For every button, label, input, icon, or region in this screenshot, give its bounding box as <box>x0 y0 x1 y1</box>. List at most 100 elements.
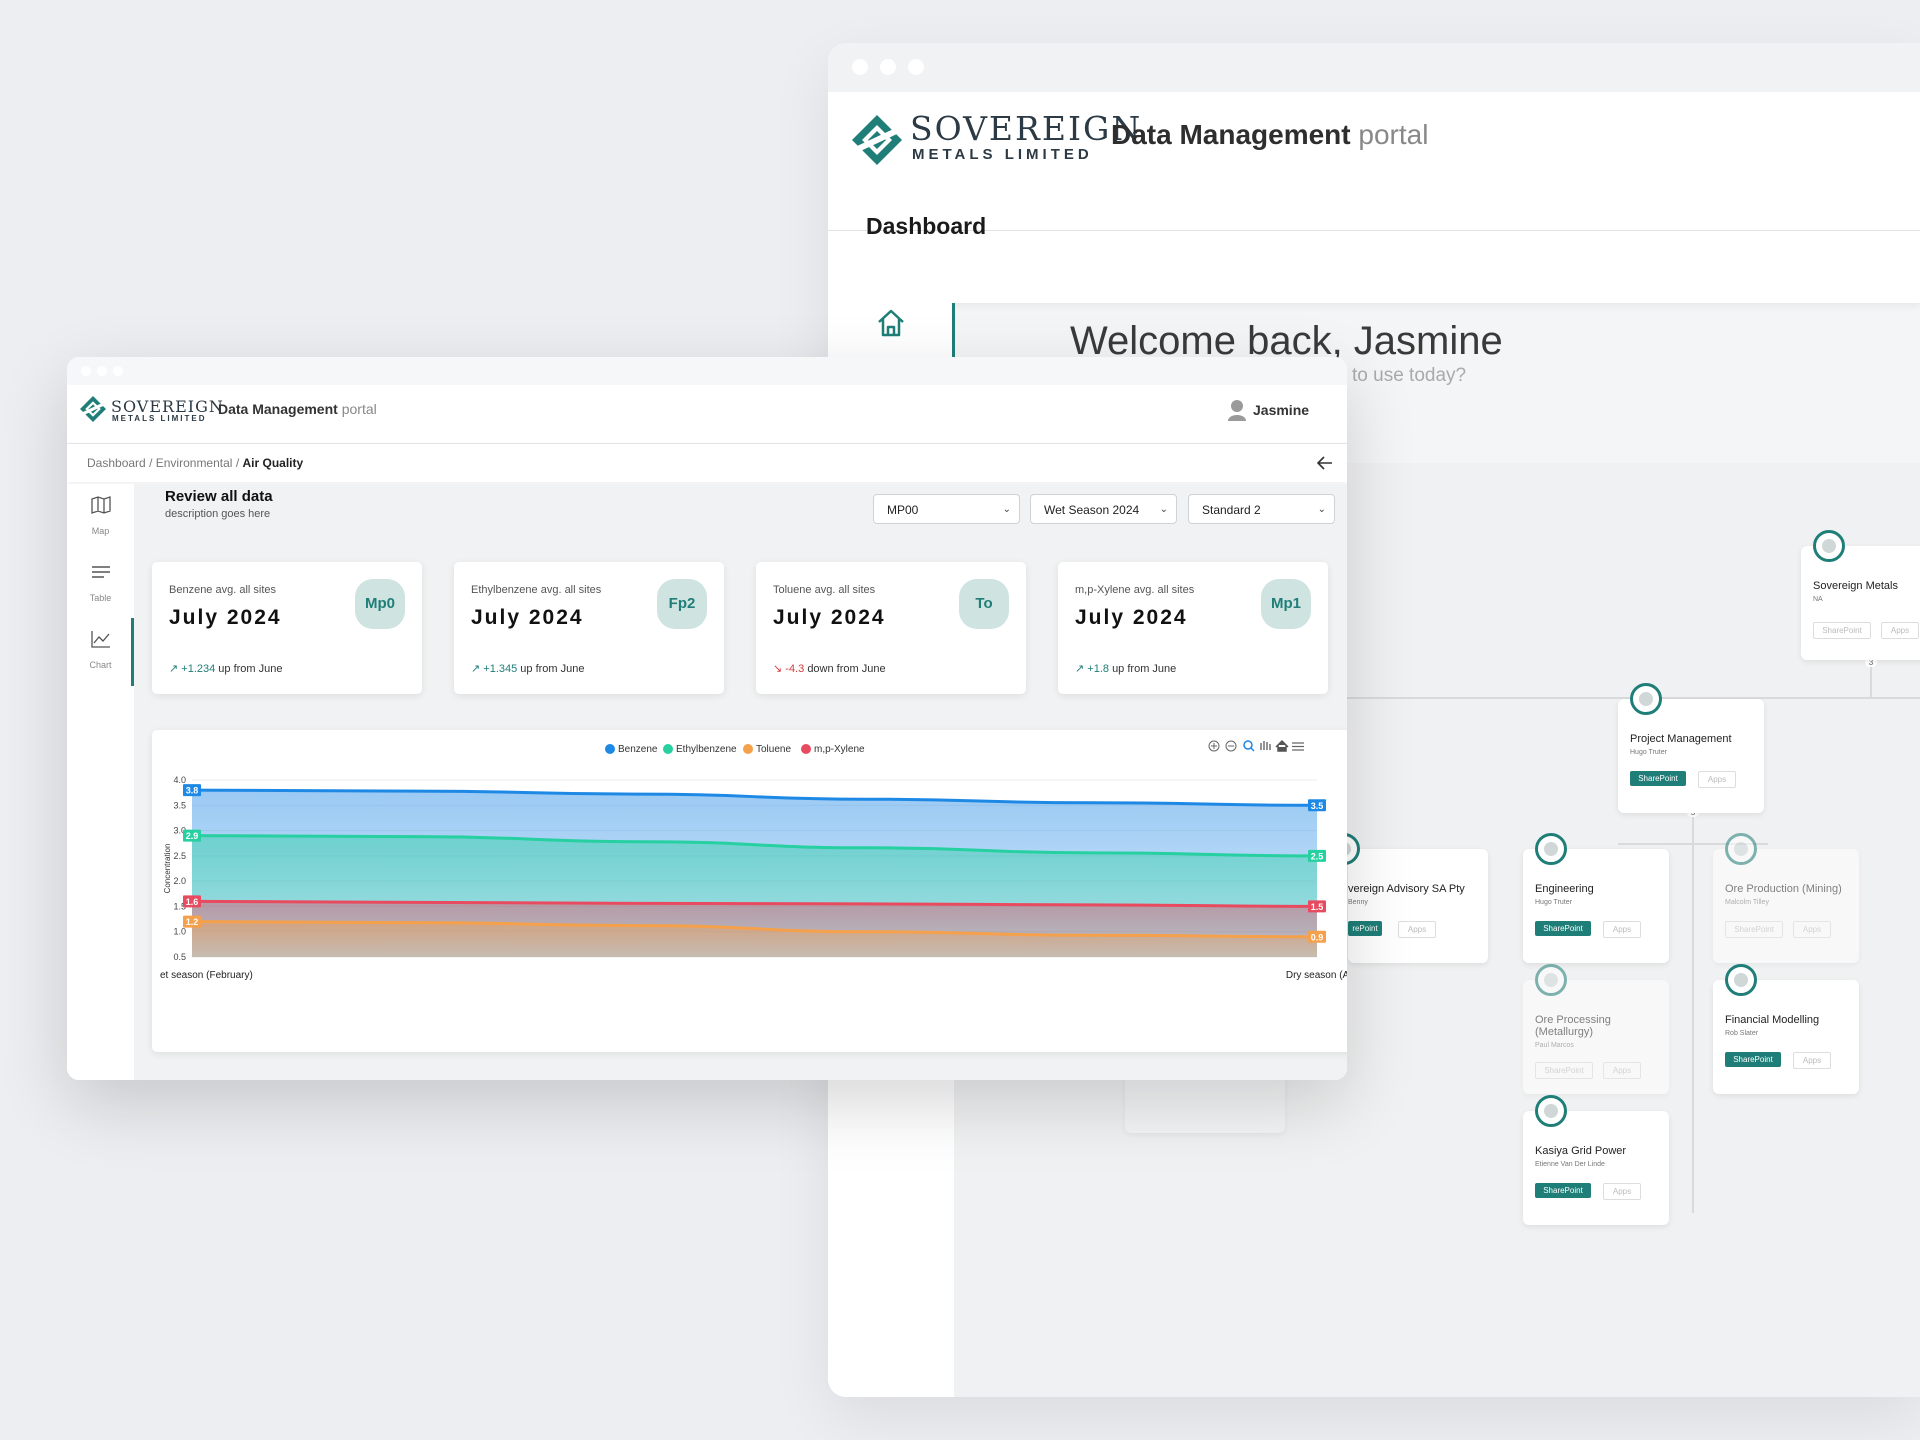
pan-icon <box>1260 741 1271 750</box>
apps-button[interactable]: Apps <box>1793 921 1831 938</box>
data-label: 1.2 <box>186 917 199 927</box>
user-avatar-icon <box>1228 400 1246 421</box>
data-label: 0.9 <box>1311 932 1324 942</box>
section-title: Review all data <box>165 488 273 505</box>
kpi-trend-text: up from June <box>520 663 585 675</box>
kpi-trend-text: down from June <box>807 663 886 675</box>
logo-wordmark: SOVEREIGN <box>910 109 1143 148</box>
kpi-card-xylene: m,p-Xylene avg. all sites July 2024 Mp1 … <box>1058 562 1328 694</box>
data-label: 2.5 <box>1311 851 1324 861</box>
window-dot <box>880 59 896 75</box>
back-arrow-icon[interactable] <box>1317 456 1333 470</box>
sharepoint-button[interactable]: SharePoint <box>1535 1062 1593 1079</box>
apps-button[interactable]: Apps <box>1603 921 1641 938</box>
concentration-chart[interactable]: 4.03.53.02.52.01.51.00.5Concentration3.8… <box>152 730 1347 1052</box>
portal-title-light: portal <box>1358 119 1429 150</box>
sidebar-item-label: Table <box>89 593 112 603</box>
apps-button[interactable]: Apps <box>1603 1062 1641 1079</box>
kpi-badge: Mp0 <box>355 579 405 629</box>
sharepoint-button[interactable]: SharePoint <box>1630 771 1686 786</box>
window-dot <box>97 366 107 376</box>
magnify-icon <box>1250 747 1255 752</box>
org-node-sovereign-metals[interactable]: Sovereign Metals NA SharePoint Apps <box>1801 530 1920 660</box>
legend-label: Ethylbenzene <box>676 744 737 755</box>
window-dot <box>908 59 924 75</box>
kpi-value: July 2024 <box>1075 606 1188 629</box>
sidebar-item-chart[interactable]: Chart <box>67 618 134 684</box>
season-select[interactable]: Wet Season 2024 ⌄ <box>1030 494 1177 524</box>
home-icon[interactable] <box>875 307 907 339</box>
sharepoint-button[interactable]: SharePoint <box>1813 622 1871 639</box>
apps-button[interactable]: Apps <box>1398 921 1436 938</box>
kpi-value: July 2024 <box>773 606 886 629</box>
org-node-name: Sovereign Metals <box>1813 580 1898 592</box>
breadcrumb-item-environmental[interactable]: Environmental <box>156 456 233 470</box>
org-node-advisory[interactable]: vereign Advisory SA Pty Benny rePoint Ap… <box>1328 833 1488 963</box>
org-node-engineering[interactable]: Engineering Hugo Truter SharePoint Apps <box>1523 833 1669 963</box>
kpi-delta: +1.345 <box>483 663 518 675</box>
sharepoint-button[interactable]: SharePoint <box>1535 1183 1591 1198</box>
page-header <box>828 231 1920 303</box>
apps-button[interactable]: Apps <box>1603 1183 1641 1200</box>
chart-card: 4.0 3.5 3.0 2.5 2.0 1.5 1.0 0.5 Concentration 3.8… <box>152 730 1347 1052</box>
site-select-value: MP00 <box>887 503 919 517</box>
sidebar-item-map[interactable]: Map <box>67 484 134 550</box>
legend-label: Toluene <box>756 744 791 755</box>
org-node-financial-modelling[interactable]: Financial Modelling Rob Slater SharePoin… <box>1713 964 1859 1094</box>
chart-icon <box>91 631 110 648</box>
sharepoint-button[interactable]: SharePoint <box>1725 1052 1781 1067</box>
chevron-down-icon: ⌄ <box>1159 504 1168 515</box>
y-tick-label: 4.0 <box>173 775 186 785</box>
org-node-person: Rob Slater <box>1725 1030 1759 1037</box>
portal-title-bold: Data Management <box>218 401 338 417</box>
sidebar-item-label: Chart <box>89 660 112 670</box>
breadcrumb: Dashboard / Environmental / Air Quality <box>67 444 1347 482</box>
sidebar-item-table[interactable]: Table <box>67 551 134 617</box>
sidebar-item-label: Map <box>91 526 110 536</box>
kpi-label: Benzene avg. all sites <box>169 584 277 596</box>
portal-title: Data Management portal <box>218 401 377 417</box>
standard-select[interactable]: Standard 2 ⌄ <box>1188 494 1335 524</box>
apps-button[interactable]: Apps <box>1793 1052 1831 1069</box>
apps-button[interactable]: Apps <box>1881 622 1919 639</box>
org-avatar <box>1535 1095 1567 1127</box>
window-dot <box>81 366 91 376</box>
kpi-delta: -4.3 <box>785 663 805 675</box>
magnify-icon <box>1243 740 1253 750</box>
org-node-project-management[interactable]: Project Management Hugo Truter SharePoin… <box>1618 683 1764 813</box>
breadcrumb-current: Air Quality <box>242 456 304 470</box>
kpi-delta: +1.234 <box>181 663 216 675</box>
org-node-name: Engineering <box>1535 883 1594 895</box>
map-icon <box>91 496 111 514</box>
apps-button[interactable]: Apps <box>1698 771 1736 788</box>
org-node-name: vereign Advisory SA Pty <box>1348 883 1465 895</box>
kpi-card-toluene: Toluene avg. all sites July 2024 To ↘ -4… <box>756 562 1026 694</box>
org-node-ore-production[interactable]: Ore Production (Mining) Malcolm Tilley S… <box>1713 833 1859 963</box>
breadcrumb-separator: / <box>149 456 153 470</box>
sharepoint-button[interactable]: SharePoint <box>1535 921 1591 936</box>
org-node-ore-processing[interactable]: Ore Processing (Metallurgy) Paul Marcos … <box>1523 964 1669 1094</box>
breadcrumb-separator: / <box>235 456 240 470</box>
window-dot <box>852 59 868 75</box>
user-name: Jasmine <box>1253 402 1310 418</box>
site-select[interactable]: MP00 ⌄ <box>873 494 1020 524</box>
section-description: description goes here <box>165 508 271 520</box>
sharepoint-button[interactable]: SharePoint <box>1725 921 1783 938</box>
kpi-trend: ↗ +1.345 up from June <box>471 662 585 675</box>
kpi-card-ethylbenzene: Ethylbenzene avg. all sites July 2024 Fp… <box>454 562 724 694</box>
org-avatar <box>1535 964 1567 996</box>
sharepoint-button[interactable]: rePoint <box>1348 921 1382 936</box>
window-titlebar <box>828 43 1920 92</box>
legend-marker <box>663 744 673 754</box>
kpi-trend: ↗ +1.8 up from June <box>1075 662 1176 675</box>
kpi-badge: Mp1 <box>1261 579 1311 629</box>
zoom-in-icon <box>1211 743 1217 749</box>
breadcrumb-item-dashboard[interactable]: Dashboard <box>87 456 146 470</box>
logo-subtext: METALS LIMITED <box>912 146 1093 163</box>
org-node-kasiya-grid-power[interactable]: Kasiya Grid Power Etienne Van Der Linde … <box>1523 1095 1669 1225</box>
kpi-trend: ↗ +1.234 up from June <box>169 662 283 675</box>
org-avatar <box>1630 683 1662 715</box>
org-node-person: Malcolm Tilley <box>1725 899 1769 906</box>
sovereign-logo-icon <box>79 396 107 422</box>
trend-down-icon: ↘ <box>773 663 783 675</box>
